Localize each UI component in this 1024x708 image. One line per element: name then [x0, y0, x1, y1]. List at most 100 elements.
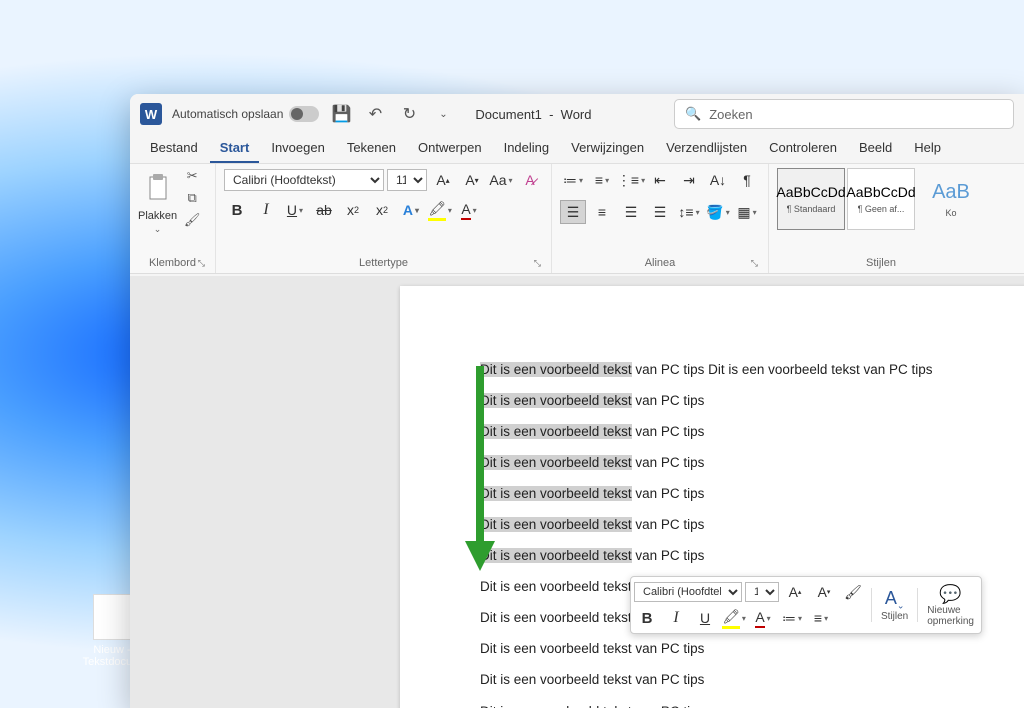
document-icon: [93, 594, 131, 640]
decrease-font-icon[interactable]: A▾: [459, 168, 485, 192]
change-case-icon[interactable]: Aa▾: [488, 168, 514, 192]
line-spacing-icon[interactable]: ↕≡▾: [676, 200, 702, 224]
save-icon[interactable]: 💾: [329, 102, 353, 126]
show-marks-icon[interactable]: ¶: [734, 168, 760, 192]
mini-toolbar: Calibri (Hoofdtekst) 11 A▴ A▾ 🖌 B I U 🖍▾…: [630, 576, 982, 634]
mini-font-color-icon[interactable]: A▾: [750, 606, 776, 630]
font-size-select[interactable]: 11: [387, 169, 427, 191]
mini-italic-button[interactable]: I: [663, 606, 689, 630]
mini-bold-button[interactable]: B: [634, 606, 660, 630]
mini-font-select[interactable]: Calibri (Hoofdtekst): [634, 582, 742, 602]
document-area: Dit is een voorbeeld tekst van PC tips D…: [130, 276, 1024, 708]
decrease-indent-icon[interactable]: ⇤: [647, 168, 673, 192]
font-color-icon[interactable]: A▾: [456, 198, 482, 222]
mini-underline-button[interactable]: U: [692, 606, 718, 630]
menu-ontwerpen[interactable]: Ontwerpen: [408, 134, 492, 163]
strike-button[interactable]: ab: [311, 198, 337, 222]
menu-invoegen[interactable]: Invoegen: [261, 134, 335, 163]
text-line[interactable]: Dit is een voorbeeld tekst van PC tips: [480, 416, 1024, 447]
menu-indeling[interactable]: Indeling: [494, 134, 560, 163]
text-line[interactable]: Dit is een voorbeeld tekst van PC tips: [480, 696, 1024, 708]
align-center-icon[interactable]: ≡: [589, 200, 615, 224]
chevron-down-icon[interactable]: ⌄: [154, 224, 162, 235]
menu-tekenen[interactable]: Tekenen: [337, 134, 406, 163]
mini-styles-button[interactable]: A⌄ Stijlen: [877, 588, 912, 623]
dialog-launcher-icon[interactable]: ⤡: [751, 258, 758, 269]
mini-increase-font-icon[interactable]: A▴: [782, 580, 808, 604]
cut-icon[interactable]: ✂: [183, 168, 201, 184]
word-icon: W: [140, 103, 162, 125]
clipboard-group-label: Klembord: [149, 257, 196, 269]
titlebar: W Automatisch opslaan 💾 ↶ ↻ ⌄ Document1 …: [130, 94, 1024, 134]
mini-bullets-icon[interactable]: ≔▾: [779, 606, 805, 630]
styles-group-label: Stijlen: [866, 257, 896, 269]
text-line[interactable]: Dit is een voorbeeld tekst van PC tips: [480, 447, 1024, 478]
text-line[interactable]: Dit is een voorbeeld tekst van PC tips: [480, 540, 1024, 571]
justify-icon[interactable]: ☰: [647, 200, 673, 224]
redo-icon[interactable]: ↻: [397, 102, 421, 126]
mini-size-select[interactable]: 11: [745, 582, 779, 602]
menu-controleren[interactable]: Controleren: [759, 134, 847, 163]
underline-button[interactable]: U▾: [282, 198, 308, 222]
shading-icon[interactable]: 🪣▾: [705, 200, 731, 224]
align-right-icon[interactable]: ☰: [618, 200, 644, 224]
style-nospacing[interactable]: AaBbCcDd ¶ Geen af...: [847, 168, 915, 230]
menu-start[interactable]: Start: [210, 134, 260, 163]
format-painter-icon[interactable]: 🖌: [183, 212, 201, 228]
dialog-launcher-icon[interactable]: ⤡: [198, 258, 205, 269]
multilevel-icon[interactable]: ⋮≡▾: [618, 168, 644, 192]
document-name: Document1 - Word: [475, 107, 591, 122]
text-effects-icon[interactable]: A▾: [398, 198, 424, 222]
font-family-select[interactable]: Calibri (Hoofdtekst): [224, 169, 384, 191]
dialog-launcher-icon[interactable]: ⤡: [534, 258, 541, 269]
text-line[interactable]: Dit is een voorbeeld tekst van PC tips: [480, 633, 1024, 664]
ribbon: Plakken ⌄ ✂ ⧉ 🖌 Klembord⤡ Calibri (Hoofd…: [130, 164, 1024, 274]
mini-highlight-icon[interactable]: 🖍▾: [721, 606, 747, 630]
text-line[interactable]: Dit is een voorbeeld tekst van PC tips: [480, 664, 1024, 695]
search-input[interactable]: 🔍 Zoeken: [674, 99, 1014, 129]
italic-button[interactable]: I: [253, 198, 279, 222]
menu-bestand[interactable]: Bestand: [140, 134, 208, 163]
sort-icon[interactable]: A↓: [705, 168, 731, 192]
paragraph-group-label: Alinea: [645, 257, 676, 269]
borders-icon[interactable]: ▦▾: [734, 200, 760, 224]
increase-indent-icon[interactable]: ⇥: [676, 168, 702, 192]
page[interactable]: Dit is een voorbeeld tekst van PC tips D…: [400, 286, 1024, 708]
undo-icon[interactable]: ↶: [363, 102, 387, 126]
paste-button[interactable]: [141, 168, 175, 208]
search-icon: 🔍: [685, 106, 701, 122]
increase-font-icon[interactable]: A▴: [430, 168, 456, 192]
text-line[interactable]: Dit is een voorbeeld tekst van PC tips: [480, 509, 1024, 540]
menu-verwijzingen[interactable]: Verwijzingen: [561, 134, 654, 163]
style-heading[interactable]: AaB Ko: [917, 168, 985, 230]
autosave-label: Automatisch opslaan: [172, 107, 283, 121]
highlight-icon[interactable]: 🖍▾: [427, 198, 453, 222]
text-line[interactable]: Dit is een voorbeeld tekst van PC tips D…: [480, 354, 1024, 385]
mini-decrease-font-icon[interactable]: A▾: [811, 580, 837, 604]
mini-new-comment-button[interactable]: 💬 Nieuwe opmerking: [923, 584, 978, 627]
numbering-icon[interactable]: ≡▾: [589, 168, 615, 192]
search-placeholder: Zoeken: [709, 107, 752, 122]
font-group-label: Lettertype: [359, 257, 408, 269]
text-line[interactable]: Dit is een voorbeeld tekst van PC tips: [480, 478, 1024, 509]
mini-format-painter-icon[interactable]: 🖌: [840, 580, 866, 604]
menu-help[interactable]: Help: [904, 134, 951, 163]
autosave-toggle[interactable]: Automatisch opslaan: [172, 106, 319, 122]
word-window: W Automatisch opslaan 💾 ↶ ↻ ⌄ Document1 …: [130, 94, 1024, 708]
menu-verzendlijsten[interactable]: Verzendlijsten: [656, 134, 757, 163]
styles-gallery[interactable]: AaBbCcDd ¶ Standaard AaBbCcDd ¶ Geen af.…: [777, 168, 985, 230]
subscript-button[interactable]: x2: [340, 198, 366, 222]
menu-beeld[interactable]: Beeld: [849, 134, 902, 163]
bullets-icon[interactable]: ≔▾: [560, 168, 586, 192]
qat-dropdown-icon[interactable]: ⌄: [431, 102, 455, 126]
align-left-icon[interactable]: ☰: [560, 200, 586, 224]
bold-button[interactable]: B: [224, 198, 250, 222]
superscript-button[interactable]: x2: [369, 198, 395, 222]
toggle-switch[interactable]: [289, 106, 319, 122]
text-line[interactable]: Dit is een voorbeeld tekst van PC tips: [480, 385, 1024, 416]
styles-icon: A⌄: [885, 588, 905, 612]
mini-numbering-icon[interactable]: ≡▾: [808, 606, 834, 630]
copy-icon[interactable]: ⧉: [183, 190, 201, 206]
style-normal[interactable]: AaBbCcDd ¶ Standaard: [777, 168, 845, 230]
clear-format-icon[interactable]: A̷: [517, 168, 543, 192]
